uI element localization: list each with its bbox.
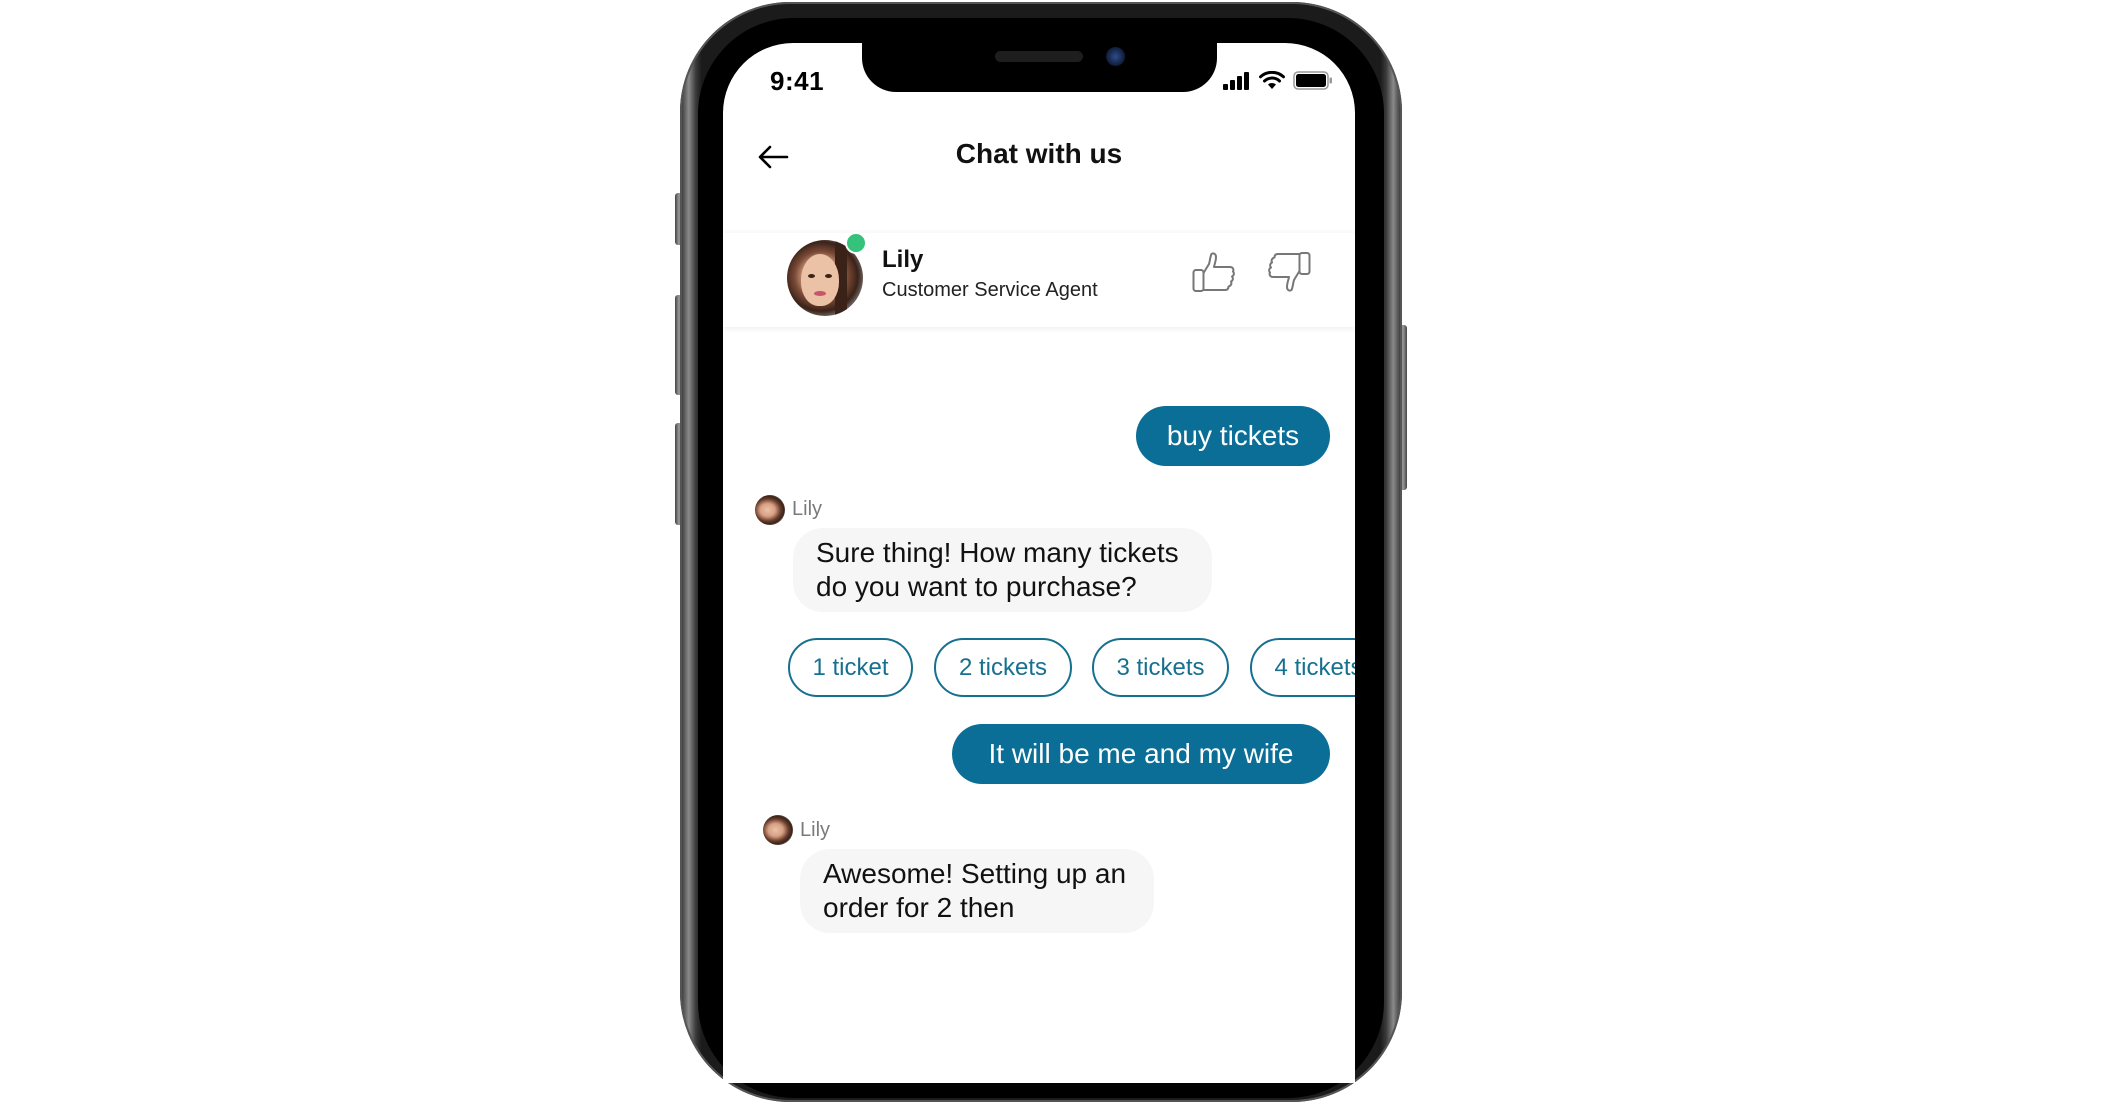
- quick-reply-4-tickets[interactable]: 4 tickets: [1250, 638, 1355, 697]
- sender-label: Lily: [800, 819, 831, 841]
- agent-name: Lily: [882, 246, 924, 273]
- battery-icon: [1293, 71, 1332, 90]
- agent-mini-avatar: [755, 495, 785, 525]
- message-line: Sure thing! How many tickets: [816, 537, 1179, 568]
- message-line: order for 2 then: [823, 892, 1015, 923]
- message-line: Awesome! Setting up an: [823, 858, 1127, 889]
- online-status-indicator: [845, 232, 867, 254]
- quick-reply-2-tickets[interactable]: 2 tickets: [934, 638, 1072, 697]
- page-title: Chat with us: [955, 138, 1123, 169]
- agent-message: Awesome! Setting up an order for 2 then: [800, 849, 1154, 933]
- wifi-icon: [1259, 71, 1285, 89]
- quick-reply-1-ticket[interactable]: 1 ticket: [788, 638, 913, 697]
- quick-reply-3-tickets[interactable]: 3 tickets: [1092, 638, 1229, 697]
- signal-icon: [1223, 72, 1249, 90]
- agent-mini-avatar: [763, 815, 793, 845]
- notch: [862, 43, 1217, 92]
- thumbs-up-icon[interactable]: [1192, 251, 1236, 293]
- agent-card: Lily Customer Service Agent: [723, 232, 1355, 327]
- message-line: do you want to purchase?: [816, 571, 1137, 602]
- agent-role: Customer Service Agent: [882, 279, 1098, 301]
- status-time: 9:41: [770, 66, 825, 96]
- status-icons: [1223, 70, 1333, 90]
- user-message: It will be me and my wife: [952, 724, 1330, 784]
- user-message: buy tickets: [1136, 406, 1330, 466]
- thumbs-down-icon[interactable]: [1267, 251, 1311, 293]
- agent-message: Sure thing! How many tickets do you want…: [793, 528, 1212, 612]
- speaker-grille: [995, 51, 1083, 62]
- sender-label: Lily: [792, 498, 823, 520]
- front-camera: [1106, 47, 1125, 66]
- phone-screen: 9:41 Chat with us Lily Customer Service …: [723, 43, 1355, 1083]
